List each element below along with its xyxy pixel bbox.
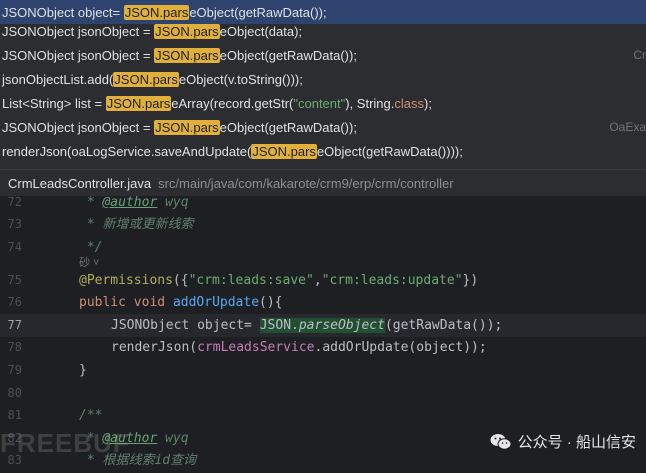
usage-match: JSON.pars <box>123 4 190 20</box>
usage-text-post: eObject(getRawData()))); <box>316 143 463 159</box>
usage-text-mid: eArray(record.getStr( <box>171 95 294 111</box>
code-text: @Permissions({"crm:leads:save","crm:lead… <box>79 269 478 292</box>
line-number: 77 <box>7 318 22 332</box>
file-name[interactable]: CrmLeadsController.java <box>8 176 151 191</box>
usage-match: JSON.pars <box>251 143 317 159</box>
code-line: 75 @Permissions({"crm:leads:save","crm:l… <box>0 269 646 292</box>
wechat-account-label: 公众号 · 船山信安 <box>517 434 636 451</box>
static-method: parseObject <box>298 318 385 333</box>
usage-text-pre: JSONObject jsonObject = <box>2 119 155 135</box>
wechat-watermark: 公众号 · 船山信安 <box>490 431 636 452</box>
usages-popup: JSONObject object= JSON.pars eObject(getR… <box>0 0 646 163</box>
doc-tag: @author <box>102 195 158 210</box>
usage-match: JSON.pars <box>154 47 220 63</box>
usage-text-post: eObject(v.toString())); <box>178 71 303 87</box>
usage-text-pre: jsonObjectList.add( <box>2 71 114 87</box>
line-number: 80 <box>7 386 22 400</box>
usage-match: JSON.pars <box>113 71 179 87</box>
usage-row[interactable]: JSONObject jsonObject = JSON.pars eObject… <box>0 19 646 43</box>
usage-text-post: eObject(getRawData()); <box>219 47 357 63</box>
code-segment: JSONObject object= <box>111 318 260 333</box>
code-line: 80 <box>0 382 646 405</box>
code-line: 78 renderJson(crmLeadsService.addOrUpdat… <box>0 336 646 359</box>
method-name: addOrUpdate <box>172 295 260 310</box>
code-text: JSONObject object= JSON.parseObject(getR… <box>111 314 502 337</box>
line-number: 79 <box>7 363 22 377</box>
code-text: renderJson(crmLeadsService.addOrUpdate(o… <box>111 336 487 359</box>
doc-value: wyq <box>157 431 189 446</box>
code-line: 73 * 新增或更新线索 <box>0 213 646 236</box>
usage-location: OaExa <box>609 120 646 134</box>
line-number: 73 <box>7 217 22 231</box>
code-text: /** <box>79 408 103 423</box>
usage-row[interactable]: jsonObjectList.add(JSON.pars eObject(v.to… <box>0 67 646 91</box>
usage-row[interactable]: renderJson(oaLogService.saveAndUpdate(JS… <box>0 139 646 163</box>
code-text: public void addOrUpdate(){ <box>79 291 283 314</box>
string-literal: "crm:leads:update" <box>321 273 463 288</box>
code-line: 79 } <box>0 359 646 382</box>
code-line: 81 /** <box>0 404 646 427</box>
wechat-icon <box>490 433 512 451</box>
usage-text-pre: JSONObject jsonObject = <box>2 47 155 63</box>
code-segment: .addOrUpdate(object)); <box>314 340 487 355</box>
usage-text-pre: JSONObject object= <box>2 4 124 20</box>
code-line: 72 * @author wyq <box>0 191 646 214</box>
usage-keyword: class <box>394 95 424 111</box>
usage-text-post: ); <box>424 95 432 111</box>
code-text: } <box>79 363 87 378</box>
usage-text-post: eObject(getRawData()); <box>219 119 357 135</box>
usage-text-pre: JSONObject jsonObject = <box>2 23 155 39</box>
punct: ({ <box>172 273 189 288</box>
freebuf-watermark: FREEBUF <box>0 428 130 458</box>
usage-row[interactable]: List<String> list = JSON.pars eArray(reco… <box>0 91 646 115</box>
punct: }) <box>462 273 479 288</box>
string-literal: "crm:leads:save" <box>188 273 314 288</box>
usage-match: JSON.pars <box>154 23 220 39</box>
code-text: * @author wyq <box>79 191 189 214</box>
punct: (){ <box>259 295 283 310</box>
usage-text-pre: renderJson(oaLogService.saveAndUpdate( <box>2 143 252 159</box>
line-number: 76 <box>7 295 22 309</box>
code-line: 76 public void addOrUpdate(){ <box>0 291 646 314</box>
usage-text-post: eObject(data); <box>219 23 303 39</box>
code-segment: renderJson( <box>111 340 198 355</box>
usage-match: JSON.pars <box>154 119 220 135</box>
field-ref: crmLeadsService <box>197 340 315 355</box>
code-segment: (getRawData()); <box>384 318 503 333</box>
line-number: 75 <box>7 273 22 287</box>
doc-value: wyq <box>157 195 189 210</box>
punct: , <box>313 273 322 288</box>
line-number: 72 <box>7 195 22 209</box>
code-line-current: 77 JSONObject object= JSON.parseObject(g… <box>0 314 646 337</box>
keyword: public <box>79 295 126 310</box>
doc-star: * <box>79 195 103 210</box>
usage-match: JSON.pars <box>105 95 172 111</box>
code-text: * 新增或更新线索 <box>79 217 194 232</box>
line-number: 78 <box>7 340 22 354</box>
usage-row[interactable]: JSONObject jsonObject = JSON.pars eObject… <box>0 115 646 139</box>
line-number: 81 <box>7 408 22 422</box>
file-path: src/main/java/com/kakarote/crm9/erp/crm/… <box>158 175 454 191</box>
class-ref: JSON <box>259 318 292 333</box>
usage-text-post: eObject(getRawData()); <box>189 4 327 20</box>
usage-location: Cr <box>633 48 646 62</box>
punct: . <box>291 318 299 333</box>
usage-string: "content" <box>293 95 346 111</box>
annotation: @Permissions <box>79 273 173 288</box>
usage-text-pre: List<String> list = <box>2 95 106 111</box>
usage-row[interactable]: JSONObject jsonObject = JSON.pars eObject… <box>0 43 646 67</box>
highlighted-usage: JSON.parseObject <box>259 318 385 333</box>
usage-text-mid2: ), String. <box>345 95 395 111</box>
keyword: void <box>133 295 166 310</box>
